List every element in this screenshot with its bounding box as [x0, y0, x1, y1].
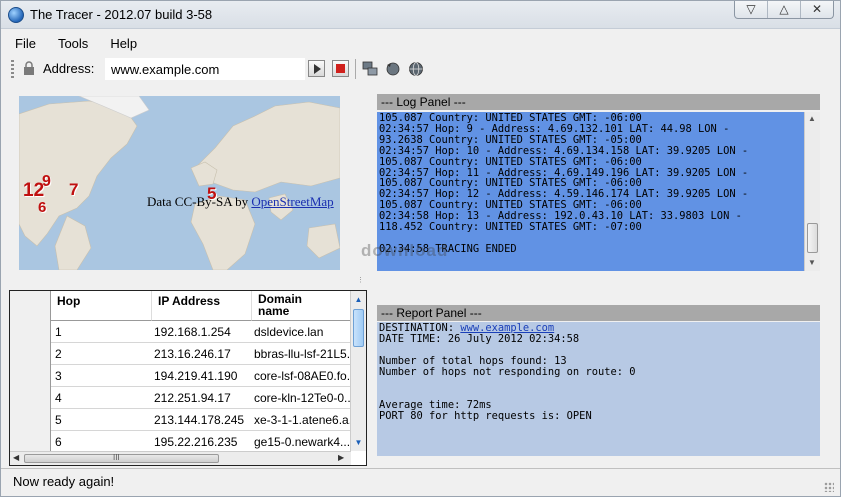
table-row[interactable]: 6 195.22.216.235 ge15-0.newark4.... — [51, 431, 351, 453]
menu-tools[interactable]: Tools — [58, 36, 88, 51]
toolbar-grip[interactable] — [11, 60, 14, 78]
watermark-logo: download — [361, 241, 449, 260]
column-header-domain[interactable]: Domain name — [252, 291, 351, 321]
log-scroll-thumb[interactable] — [807, 223, 818, 253]
hscroll-thumb-grip: III — [113, 453, 120, 462]
table-row[interactable]: 3 194.219.41.190 core-lsf-08AE0.fo... — [51, 365, 351, 387]
domain-cell: core-kln-12Te0-0... — [254, 391, 350, 405]
table-horizontal-scrollbar[interactable]: ◀ III ▶ — [10, 451, 351, 465]
hop-table: Hop IP Address Domain name 1 192.168.1.2… — [9, 290, 367, 466]
hop-cell: 3 — [55, 369, 62, 383]
ip-cell: 213.144.178.245 — [154, 413, 245, 427]
report-panel[interactable]: DESTINATION: www.example.com DATE TIME: … — [377, 322, 820, 456]
ip-cell: 212.251.94.17 — [154, 391, 231, 405]
window-title: The Tracer - 2012.07 build 3-58 — [30, 7, 213, 22]
map-marker[interactable]: 9 — [42, 173, 51, 191]
start-trace-button[interactable] — [308, 60, 325, 77]
ip-cell: 213.16.246.17 — [154, 347, 231, 361]
scroll-up-icon[interactable]: ▲ — [353, 294, 364, 305]
scroll-thumb[interactable] — [353, 309, 364, 347]
map-attribution: Data CC-By-SA by OpenStreetMap — [147, 194, 334, 210]
network-icon[interactable] — [361, 60, 379, 78]
globe-app-icon — [8, 7, 24, 23]
ip-cell: 195.22.216.235 — [154, 435, 238, 449]
maximize-button[interactable]: △ — [768, 1, 801, 18]
menu-help[interactable]: Help — [110, 36, 137, 51]
log-text: 105.087 Country: UNITED STATES GMT: -06:… — [379, 112, 749, 255]
report-body: DATE TIME: 26 July 2012 02:34:58 Number … — [379, 333, 636, 422]
splitter-handle[interactable]: ⋮ — [357, 276, 365, 286]
hscroll-thumb[interactable]: III — [24, 453, 219, 463]
table-row[interactable]: 5 213.144.178.245 xe-3-1-1.atene6.a... — [51, 409, 351, 431]
table-vertical-scrollbar[interactable]: ▲ ▼ — [350, 291, 366, 451]
domain-cell: core-lsf-08AE0.fo... — [254, 369, 350, 383]
web-globe-icon[interactable] — [407, 60, 425, 78]
report-text: DESTINATION: www.example.com DATE TIME: … — [379, 323, 635, 422]
column-header-hop[interactable]: Hop — [51, 291, 152, 321]
status-bar: Now ready again! — [1, 468, 840, 496]
row-header-column — [10, 291, 51, 454]
attribution-text: Data CC-By-SA by — [147, 194, 252, 209]
map-marker[interactable]: 6 — [38, 199, 46, 216]
map-marker[interactable]: 7 — [69, 180, 78, 200]
log-scrollbar[interactable]: ▲ ▼ — [804, 112, 820, 271]
address-icon — [24, 61, 34, 75]
scroll-down-icon[interactable]: ▼ — [808, 258, 816, 267]
status-text: Now ready again! — [13, 474, 115, 489]
trace-map[interactable]: 12 9 6 7 5 Data CC-By-SA by OpenStreetMa… — [19, 96, 340, 270]
scroll-up-icon[interactable]: ▲ — [808, 114, 816, 123]
minimize-button[interactable]: ▽ — [735, 1, 768, 18]
column-header-ip[interactable]: IP Address — [152, 291, 252, 321]
report-panel-title: --- Report Panel --- — [377, 305, 820, 321]
hop-cell: 5 — [55, 413, 62, 427]
log-panel-title: --- Log Panel --- — [377, 94, 820, 110]
close-button[interactable]: ✕ — [801, 1, 833, 18]
refresh-globe-icon[interactable] — [384, 60, 402, 78]
table-row[interactable]: 2 213.16.246.17 bbras-llu-lsf-21L5... — [51, 343, 351, 365]
menu-bar: File Tools Help — [1, 31, 840, 55]
table-row[interactable]: 4 212.251.94.17 core-kln-12Te0-0... — [51, 387, 351, 409]
address-label: Address: — [43, 61, 95, 76]
hop-cell: 4 — [55, 391, 62, 405]
scroll-left-icon[interactable]: ◀ — [13, 453, 19, 462]
title-bar: The Tracer - 2012.07 build 3-58 ▽ △ ✕ — [1, 1, 840, 29]
world-map-graphic — [19, 96, 340, 270]
ip-cell: 194.219.41.190 — [154, 369, 238, 383]
openstreetmap-link[interactable]: OpenStreetMap — [251, 194, 333, 209]
app-window: The Tracer - 2012.07 build 3-58 ▽ △ ✕ Fi… — [0, 0, 841, 497]
hop-cell: 6 — [55, 435, 62, 449]
hop-cell: 2 — [55, 347, 62, 361]
ip-cell: 192.168.1.254 — [154, 325, 231, 339]
address-input[interactable] — [105, 58, 305, 80]
window-controls: ▽ △ ✕ — [734, 1, 834, 19]
table-row[interactable]: 1 192.168.1.254 dsldevice.lan — [51, 321, 351, 343]
hop-cell: 1 — [55, 325, 62, 339]
scroll-down-icon[interactable]: ▼ — [353, 437, 364, 448]
resize-grip-icon[interactable] — [824, 482, 834, 492]
domain-cell: dsldevice.lan — [254, 325, 324, 339]
toolbar-separator — [355, 59, 356, 79]
stop-trace-button[interactable] — [332, 60, 349, 77]
address-toolbar: Address: — [9, 57, 829, 81]
domain-cell: ge15-0.newark4.... — [254, 435, 350, 449]
domain-cell: bbras-llu-lsf-21L5... — [254, 347, 350, 361]
scroll-right-icon[interactable]: ▶ — [338, 453, 344, 462]
domain-cell: xe-3-1-1.atene6.a... — [254, 413, 350, 427]
menu-file[interactable]: File — [15, 36, 36, 51]
